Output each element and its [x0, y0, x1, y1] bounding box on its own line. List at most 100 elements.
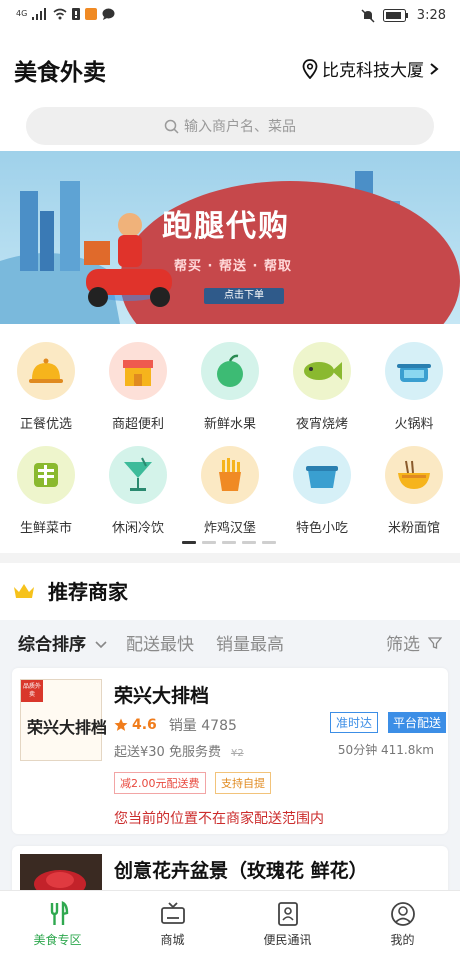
original-fee: ¥2 [230, 748, 244, 759]
tab-label: 我的 [390, 933, 415, 947]
location-selector[interactable]: 比克科技大厦 [302, 56, 444, 81]
media-app-icon [85, 8, 98, 20]
platform-delivery-badge: 平台配送 [388, 712, 447, 733]
category-item[interactable]: 生鲜菜市 [0, 446, 92, 536]
tv-icon [160, 902, 185, 924]
section-divider [0, 553, 460, 563]
sales-count: 销量 4785 [168, 718, 237, 734]
section-title-label: 推荐商家 [48, 580, 128, 604]
chat-bubble-icon [102, 8, 115, 20]
sort-comprehensive[interactable]: 综合排序 [18, 630, 107, 655]
category-label: 火锅料 [394, 417, 434, 432]
shop-card[interactable]: 品质外卖 荣兴大排档 荣兴大排档 4.6 销量 4785 准时达 平台配送 起送… [12, 668, 448, 834]
category-item[interactable]: 夜宵烧烤 [276, 342, 368, 432]
tab-label: 商城 [160, 933, 185, 947]
page-dot [262, 541, 276, 544]
sim-alert-icon [72, 8, 81, 20]
category-item[interactable]: 新鲜水果 [184, 342, 276, 432]
page-title: 美食外卖 [14, 60, 106, 86]
logo-text: 荣兴大排档 [27, 718, 108, 737]
delivery-min: 起送¥30 免服务费 [114, 745, 221, 760]
user-icon [390, 902, 415, 926]
ontime-badge: 准时达 [330, 712, 379, 733]
chevron-down-icon [95, 641, 107, 649]
shop-name: 荣兴大排档 [114, 685, 210, 707]
tab-label: 美食专区 [33, 933, 82, 947]
filter-label: 筛选 [386, 635, 420, 655]
page-dot [242, 541, 256, 544]
page-dot [202, 541, 216, 544]
category-label: 米粉面馆 [387, 521, 440, 536]
sort-label: 综合排序 [18, 635, 86, 655]
battery-icon [382, 9, 408, 22]
clock: 3:28 [416, 8, 446, 23]
tab-mall[interactable]: 商城 [115, 901, 230, 948]
search-placeholder: 输入商户名、菜品 [184, 119, 296, 135]
page-indicator [182, 541, 276, 544]
search-icon [164, 119, 179, 134]
search-input[interactable]: 输入商户名、菜品 [26, 107, 434, 145]
network-label: 4G [16, 9, 28, 18]
sort-fastest[interactable]: 配送最快 [126, 630, 194, 655]
out-of-range-warning: 您当前的位置不在商家配送范围内 [114, 811, 324, 827]
shop-icon [109, 342, 167, 400]
category-item[interactable]: 米粉面馆 [368, 446, 460, 536]
promo-banner[interactable]: 跑腿代购 帮买 · 帮送 · 帮取 点击下单 [0, 151, 460, 324]
fish-icon [293, 342, 351, 400]
delivery-time-distance: 50分钟 411.8km [337, 743, 434, 757]
shop-list: 品质外卖 荣兴大排档 荣兴大排档 4.6 销量 4785 准时达 平台配送 起送… [0, 664, 460, 914]
category-label: 商超便利 [111, 417, 164, 432]
delivery-info: 起送¥30 免服务费 ¥2 [114, 741, 244, 760]
promo-pickup: 支持自提 [215, 772, 271, 794]
rating-score: 4.6 [132, 717, 157, 733]
page-dot [182, 541, 196, 544]
category-label: 夜宵烧烤 [295, 417, 348, 432]
tab-label: 便民通讯 [263, 933, 312, 947]
cutlery-icon [50, 901, 68, 925]
shop-logo: 品质外卖 荣兴大排档 [20, 679, 107, 761]
noodle-bowl-icon [385, 446, 443, 504]
tab-me[interactable]: 我的 [345, 901, 460, 948]
bottom-tab-bar: 美食专区 商城 便民通讯 我的 [0, 890, 460, 955]
category-label: 正餐优选 [19, 417, 72, 432]
location-pin-icon [302, 58, 318, 79]
fries-icon [201, 446, 259, 504]
category-label: 新鲜水果 [203, 417, 256, 432]
fresh-character-icon [17, 446, 75, 504]
filter-button[interactable]: 筛选 [386, 630, 443, 655]
apple-icon [201, 342, 259, 400]
banner-subtitle: 帮买 · 帮送 · 帮取 [174, 259, 292, 274]
category-item[interactable]: 特色小吃 [276, 446, 368, 536]
mute-icon [361, 8, 375, 23]
shop-rating: 4.6 销量 4785 [114, 715, 237, 735]
category-item[interactable]: 炸鸡汉堡 [184, 446, 276, 536]
category-label: 特色小吃 [295, 521, 348, 536]
shop-name: 创意花卉盆景（玫瑰花 鲜花） [114, 860, 368, 882]
chevron-right-icon [430, 62, 439, 75]
category-item[interactable]: 休闲冷饮 [92, 446, 184, 536]
food-cloche-icon [17, 342, 75, 400]
category-item[interactable]: 火锅料 [368, 342, 460, 432]
wifi-icon [53, 8, 67, 20]
tab-contacts[interactable]: 便民通讯 [230, 901, 345, 948]
tab-food[interactable]: 美食专区 [0, 901, 115, 948]
hotpot-icon [385, 342, 443, 400]
banner-order-button[interactable]: 点击下单 [204, 288, 284, 304]
app-header: 美食外卖 比克科技大厦 [0, 40, 460, 96]
crown-icon [14, 583, 34, 598]
logo-tag: 品质外卖 [21, 680, 43, 702]
section-title: 推荐商家 [12, 576, 128, 605]
status-bar: 4G 3:28 [0, 0, 460, 36]
sort-sales[interactable]: 销量最高 [216, 630, 284, 655]
lunchbox-icon [293, 446, 351, 504]
cocktail-icon [109, 446, 167, 504]
contact-book-icon [277, 902, 298, 926]
category-item[interactable]: 正餐优选 [0, 342, 92, 432]
promo-delivery-discount: 减2.00元配送费 [114, 772, 206, 794]
category-label: 生鲜菜市 [19, 521, 72, 536]
star-icon [114, 718, 128, 731]
location-label: 比克科技大厦 [322, 61, 424, 81]
signal-icon [32, 8, 47, 20]
category-item[interactable]: 商超便利 [92, 342, 184, 432]
page-dot [222, 541, 236, 544]
